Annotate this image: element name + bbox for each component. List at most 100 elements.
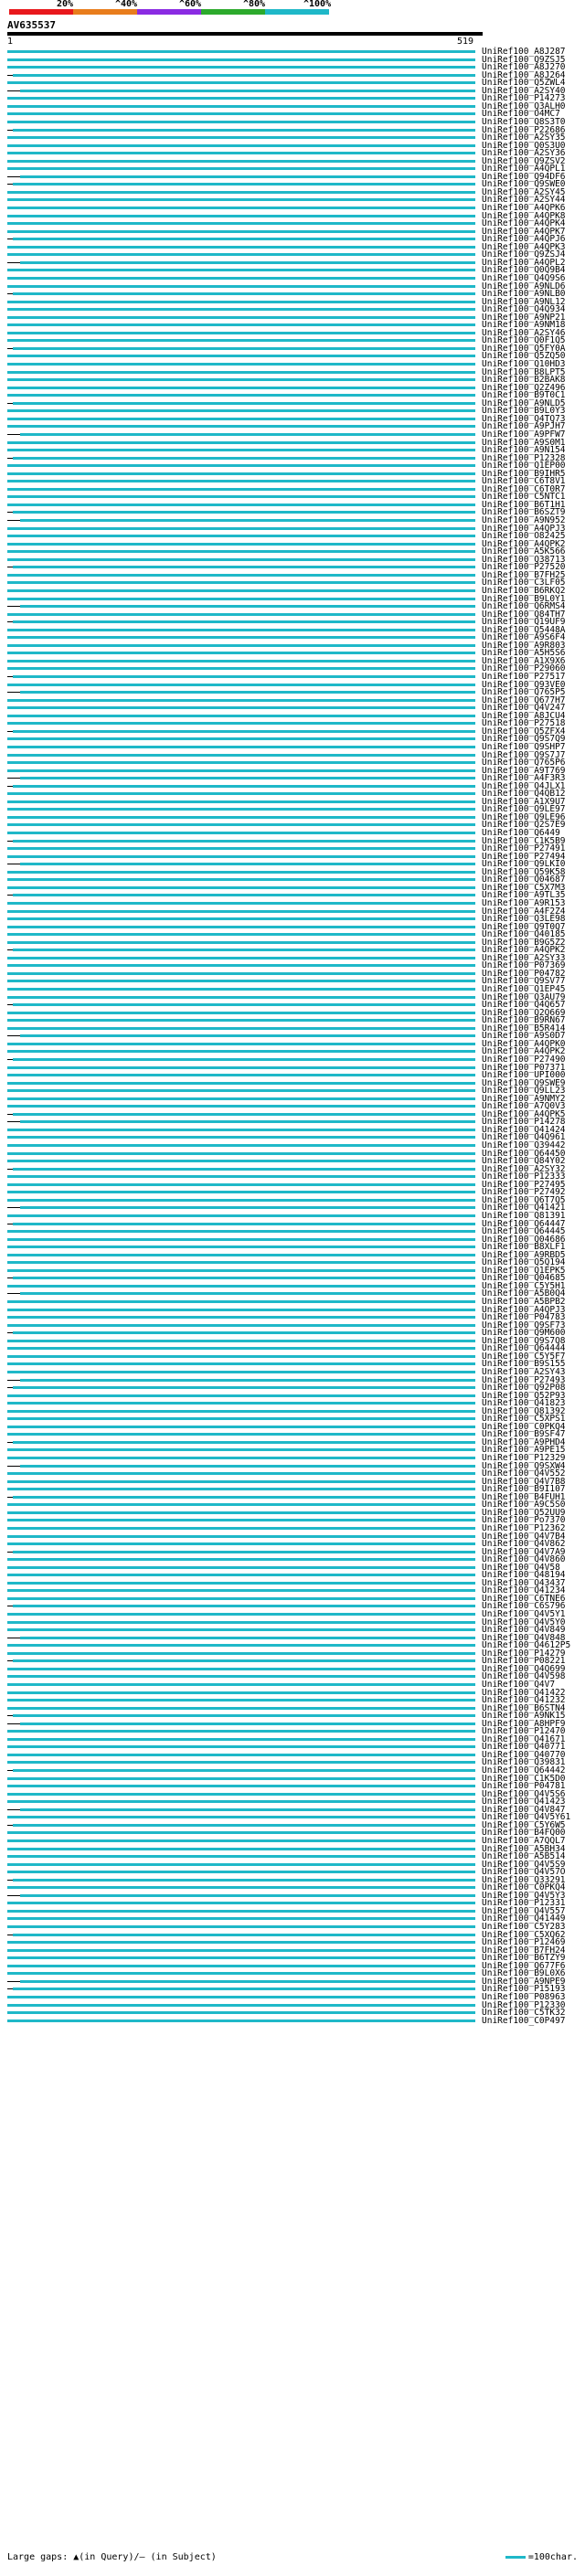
hit-alignment-bar[interactable] [7, 409, 475, 413]
hit-alignment-bar[interactable] [7, 1472, 475, 1476]
hit-alignment-bar[interactable] [20, 777, 475, 780]
hit-alignment-bar[interactable] [7, 1268, 475, 1272]
hit-alignment-bar[interactable] [7, 1246, 475, 1249]
hit-alignment-bar[interactable] [13, 1003, 475, 1007]
hit-alignment-bar[interactable] [7, 1675, 475, 1679]
hit-alignment-bar[interactable] [7, 104, 475, 108]
hit-alignment-bar[interactable] [13, 1769, 475, 1772]
hit-alignment-bar[interactable] [7, 355, 475, 358]
hit-alignment-bar[interactable] [7, 1503, 475, 1507]
hit-alignment-bar[interactable] [7, 1214, 475, 1217]
hit-alignment-bar[interactable] [13, 839, 475, 843]
hit-alignment-bar[interactable] [7, 1097, 475, 1100]
hit-alignment-bar[interactable] [13, 566, 475, 569]
hit-alignment-bar[interactable] [13, 949, 475, 952]
hit-alignment-bar[interactable] [13, 128, 475, 132]
hit-alignment-bar[interactable] [7, 643, 475, 647]
hit-alignment-bar[interactable] [7, 706, 475, 710]
hit-alignment-bar[interactable] [7, 136, 475, 140]
hit-alignment-bar[interactable] [13, 1550, 475, 1553]
hit-alignment-bar[interactable] [7, 300, 475, 303]
hit-alignment-bar[interactable] [7, 1581, 475, 1585]
hit-alignment-bar[interactable] [7, 971, 475, 975]
hit-alignment-bar[interactable] [7, 1370, 475, 1373]
hit-alignment-bar[interactable] [7, 1339, 475, 1342]
hit-alignment-bar[interactable] [7, 1417, 475, 1421]
hit-alignment-bar[interactable] [7, 1300, 475, 1303]
hit-alignment-bar[interactable] [13, 1495, 475, 1499]
hit-alignment-bar[interactable] [13, 620, 475, 624]
hit-alignment-bar[interactable] [13, 1878, 475, 1882]
hit-alignment-bar[interactable] [7, 2003, 475, 2007]
hit-alignment-bar[interactable] [20, 1893, 475, 1897]
hit-alignment-bar[interactable] [7, 737, 475, 741]
hit-alignment-bar[interactable] [7, 1354, 475, 1358]
hit-label[interactable]: UniRef100_C0P497 [482, 2016, 566, 2026]
hit-alignment-bar[interactable] [20, 1807, 475, 1811]
hit-alignment-bar[interactable] [7, 722, 475, 726]
hit-alignment-bar[interactable] [7, 800, 475, 803]
hit-alignment-bar[interactable] [7, 253, 475, 257]
hit-alignment-bar[interactable] [13, 1222, 475, 1225]
hit-alignment-bar[interactable] [7, 1151, 475, 1155]
hit-alignment-bar[interactable] [7, 714, 475, 717]
hit-alignment-bar[interactable] [7, 1753, 475, 1756]
hit-alignment-bar[interactable] [13, 1277, 475, 1280]
hit-alignment-bar[interactable] [13, 1714, 475, 1718]
hit-alignment-bar[interactable] [7, 323, 475, 327]
hit-alignment-bar[interactable] [7, 1198, 475, 1202]
hit-alignment-bar[interactable] [7, 1160, 475, 1163]
hit-alignment-bar[interactable] [13, 675, 475, 678]
hit-alignment-bar[interactable] [7, 940, 475, 944]
hit-alignment-bar[interactable] [7, 854, 475, 858]
hit-alignment-bar[interactable] [13, 511, 475, 514]
hit-alignment-bar[interactable] [7, 1871, 475, 1874]
hit-alignment-bar[interactable] [7, 823, 475, 827]
hit-alignment-bar[interactable] [7, 581, 475, 585]
hit-alignment-bar[interactable] [20, 1979, 475, 1983]
hit-alignment-bar[interactable] [7, 190, 475, 194]
hit-alignment-bar[interactable] [7, 143, 475, 147]
hit-alignment-bar[interactable] [7, 1065, 475, 1069]
hit-alignment-bar[interactable] [20, 260, 475, 264]
hit-alignment-bar[interactable] [13, 1057, 475, 1061]
hit-alignment-bar[interactable] [7, 1253, 475, 1256]
hit-alignment-bar[interactable] [7, 198, 475, 202]
hit-alignment-bar[interactable] [7, 557, 475, 561]
hit-alignment-bar[interactable] [7, 1964, 475, 1967]
hit-alignment-bar[interactable] [7, 1596, 475, 1600]
hit-alignment-bar[interactable] [7, 832, 475, 834]
hit-alignment-bar[interactable] [7, 956, 475, 959]
hit-alignment-bar[interactable] [7, 1644, 475, 1648]
hit-alignment-bar[interactable] [20, 1636, 475, 1639]
hit-alignment-bar[interactable] [7, 284, 475, 288]
hit-alignment-bar[interactable] [7, 792, 475, 796]
hit-alignment-bar[interactable] [7, 378, 475, 382]
hit-alignment-bar[interactable] [7, 909, 475, 913]
hit-alignment-bar[interactable] [7, 1682, 475, 1686]
hit-alignment-bar[interactable] [7, 1737, 475, 1741]
hit-alignment-bar[interactable] [7, 1699, 475, 1702]
hit-alignment-bar[interactable] [7, 1558, 475, 1562]
hit-alignment-bar[interactable] [7, 1019, 475, 1023]
hit-alignment-bar[interactable] [20, 89, 475, 92]
hit-alignment-bar[interactable] [7, 1308, 475, 1311]
hit-alignment-bar[interactable] [20, 1206, 475, 1210]
hit-alignment-bar[interactable] [7, 667, 475, 671]
hit-alignment-bar[interactable] [7, 870, 475, 874]
hit-alignment-bar[interactable] [7, 1089, 475, 1093]
hit-alignment-bar[interactable] [13, 1440, 475, 1444]
hit-alignment-bar[interactable] [7, 1816, 475, 1819]
hit-alignment-bar[interactable] [7, 988, 475, 991]
hit-alignment-bar[interactable] [7, 1457, 475, 1459]
hit-alignment-bar[interactable] [7, 66, 475, 69]
hit-alignment-bar[interactable] [7, 1785, 475, 1788]
hit-alignment-bar[interactable] [7, 167, 475, 171]
hit-alignment-bar[interactable] [7, 933, 475, 937]
hit-alignment-bar[interactable] [7, 815, 475, 819]
hit-alignment-bar[interactable] [7, 1995, 475, 1998]
hit-alignment-bar[interactable] [7, 878, 475, 882]
hit-alignment-bar[interactable] [7, 1011, 475, 1014]
hit-alignment-bar[interactable] [7, 1347, 475, 1351]
hit-alignment-bar[interactable] [7, 1136, 475, 1140]
